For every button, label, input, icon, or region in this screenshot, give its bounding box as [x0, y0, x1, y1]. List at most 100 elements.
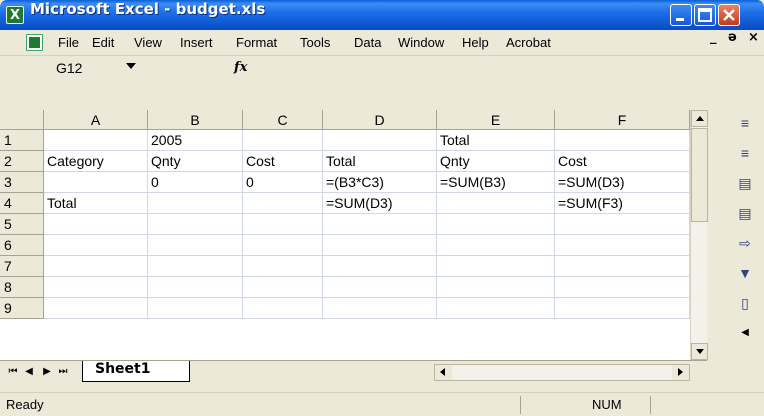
cell-f9[interactable]	[555, 298, 690, 319]
menu-file[interactable]: File	[58, 30, 79, 56]
cell-b6[interactable]	[148, 235, 243, 256]
cell-b5[interactable]	[148, 214, 243, 235]
column-header-f[interactable]: F	[555, 110, 690, 130]
cell-e8[interactable]	[437, 277, 555, 298]
cell-a3[interactable]	[44, 172, 148, 193]
folder-icon[interactable]: ▯	[735, 294, 755, 312]
doc-close-button[interactable]: ×	[748, 30, 759, 56]
cell-c4[interactable]	[243, 193, 323, 214]
menu-window[interactable]: Window	[398, 30, 444, 56]
cell-d2[interactable]: Total	[323, 151, 437, 172]
cell-b8[interactable]	[148, 277, 243, 298]
row-header-7[interactable]: 7	[0, 256, 44, 277]
cell-e3[interactable]: =SUM(B3)	[437, 172, 555, 193]
scroll-down-button[interactable]	[691, 343, 708, 360]
insert-columns-icon[interactable]: ▤	[735, 204, 755, 222]
cell-f6[interactable]	[555, 235, 690, 256]
cell-d6[interactable]	[323, 235, 437, 256]
row-header-2[interactable]: 2	[0, 151, 44, 172]
column-header-c[interactable]: C	[243, 110, 323, 130]
cell-d8[interactable]	[323, 277, 437, 298]
cell-e6[interactable]	[437, 235, 555, 256]
row-header-6[interactable]: 6	[0, 235, 44, 256]
cell-a2[interactable]: Category	[44, 151, 148, 172]
cell-a5[interactable]	[44, 214, 148, 235]
sheet-tab-sheet1[interactable]: Sheet1	[82, 361, 190, 382]
cell-a9[interactable]	[44, 298, 148, 319]
cell-d9[interactable]	[323, 298, 437, 319]
menu-insert[interactable]: Insert	[180, 30, 213, 56]
cell-f8[interactable]	[555, 277, 690, 298]
menu-data[interactable]: Data	[354, 30, 381, 56]
menu-format[interactable]: Format	[236, 30, 277, 56]
last-sheet-icon[interactable]: ⏭	[56, 363, 70, 381]
chevron-down-icon[interactable]	[126, 63, 136, 69]
column-header-b[interactable]: B	[148, 110, 243, 130]
excel-app-icon[interactable]: X	[6, 6, 24, 24]
cell-c7[interactable]	[243, 256, 323, 277]
cell-b9[interactable]	[148, 298, 243, 319]
cell-a8[interactable]	[44, 277, 148, 298]
scroll-left-button[interactable]	[435, 365, 452, 380]
select-all-corner[interactable]	[0, 110, 44, 130]
formula-input[interactable]	[258, 58, 758, 78]
cell-d3[interactable]: =(B3*C3)	[323, 172, 437, 193]
close-button[interactable]	[718, 4, 740, 26]
vertical-scrollbar[interactable]	[690, 110, 708, 360]
row-header-9[interactable]: 9	[0, 298, 44, 319]
menu-view[interactable]: View	[134, 30, 162, 56]
prev-sheet-icon[interactable]: ◀	[22, 363, 36, 381]
row-header-4[interactable]: 4	[0, 193, 44, 214]
column-header-a[interactable]: A	[44, 110, 148, 130]
cell-d5[interactable]	[323, 214, 437, 235]
horizontal-scrollbar[interactable]	[434, 364, 690, 381]
cell-a6[interactable]	[44, 235, 148, 256]
indent-icon[interactable]: ≡	[735, 144, 755, 162]
cell-a4[interactable]: Total	[44, 193, 148, 214]
cell-c2[interactable]: Cost	[243, 151, 323, 172]
cell-f7[interactable]	[555, 256, 690, 277]
row-header-8[interactable]: 8	[0, 277, 44, 298]
arrow-right-icon[interactable]: ⇨	[735, 234, 755, 252]
cell-f3[interactable]: =SUM(D3)	[555, 172, 690, 193]
cell-a1[interactable]	[44, 130, 148, 151]
row-header-1[interactable]: 1	[0, 130, 44, 151]
column-header-e[interactable]: E	[437, 110, 555, 130]
cell-f2[interactable]: Cost	[555, 151, 690, 172]
menu-edit[interactable]: Edit	[92, 30, 114, 56]
cell-c1[interactable]	[243, 130, 323, 151]
cell-e5[interactable]	[437, 214, 555, 235]
cell-c6[interactable]	[243, 235, 323, 256]
cell-e9[interactable]	[437, 298, 555, 319]
cell-f1[interactable]	[555, 130, 690, 151]
cell-b4[interactable]	[148, 193, 243, 214]
doc-minimize-button[interactable]: _	[710, 30, 717, 56]
title-bar[interactable]: X Microsoft Excel - budget.xls	[0, 0, 764, 30]
cell-f4[interactable]: =SUM(F3)	[555, 193, 690, 214]
workbook-icon[interactable]	[26, 34, 43, 51]
menu-tools[interactable]: Tools	[300, 30, 330, 56]
first-sheet-icon[interactable]: ⏮	[6, 363, 20, 381]
scroll-up-button[interactable]	[691, 110, 708, 127]
cell-b7[interactable]	[148, 256, 243, 277]
cell-b2[interactable]: Qnty	[148, 151, 243, 172]
menu-acrobat[interactable]: Acrobat	[506, 30, 551, 56]
toolbar-more-icon[interactable]: ◀	[735, 324, 755, 342]
merge-icon[interactable]: ▼	[735, 264, 755, 282]
insert-rows-icon[interactable]: ▤	[735, 174, 755, 192]
doc-restore-button[interactable]: ə	[728, 30, 737, 56]
insert-function-icon[interactable]: fx	[234, 58, 247, 78]
worksheet-grid[interactable]: A B C D E F 1 2005 Total 2 Category Qnty Cost T…	[0, 110, 707, 360]
menu-help[interactable]: Help	[462, 30, 489, 56]
cell-e2[interactable]: Qnty	[437, 151, 555, 172]
next-sheet-icon[interactable]: ▶	[40, 363, 54, 381]
row-header-3[interactable]: 3	[0, 172, 44, 193]
cell-c5[interactable]	[243, 214, 323, 235]
cell-c8[interactable]	[243, 277, 323, 298]
name-box[interactable]: G12	[4, 58, 126, 78]
cell-f5[interactable]	[555, 214, 690, 235]
cell-e4[interactable]	[437, 193, 555, 214]
cell-d7[interactable]	[323, 256, 437, 277]
column-header-d[interactable]: D	[323, 110, 437, 130]
scroll-right-button[interactable]	[672, 365, 689, 380]
